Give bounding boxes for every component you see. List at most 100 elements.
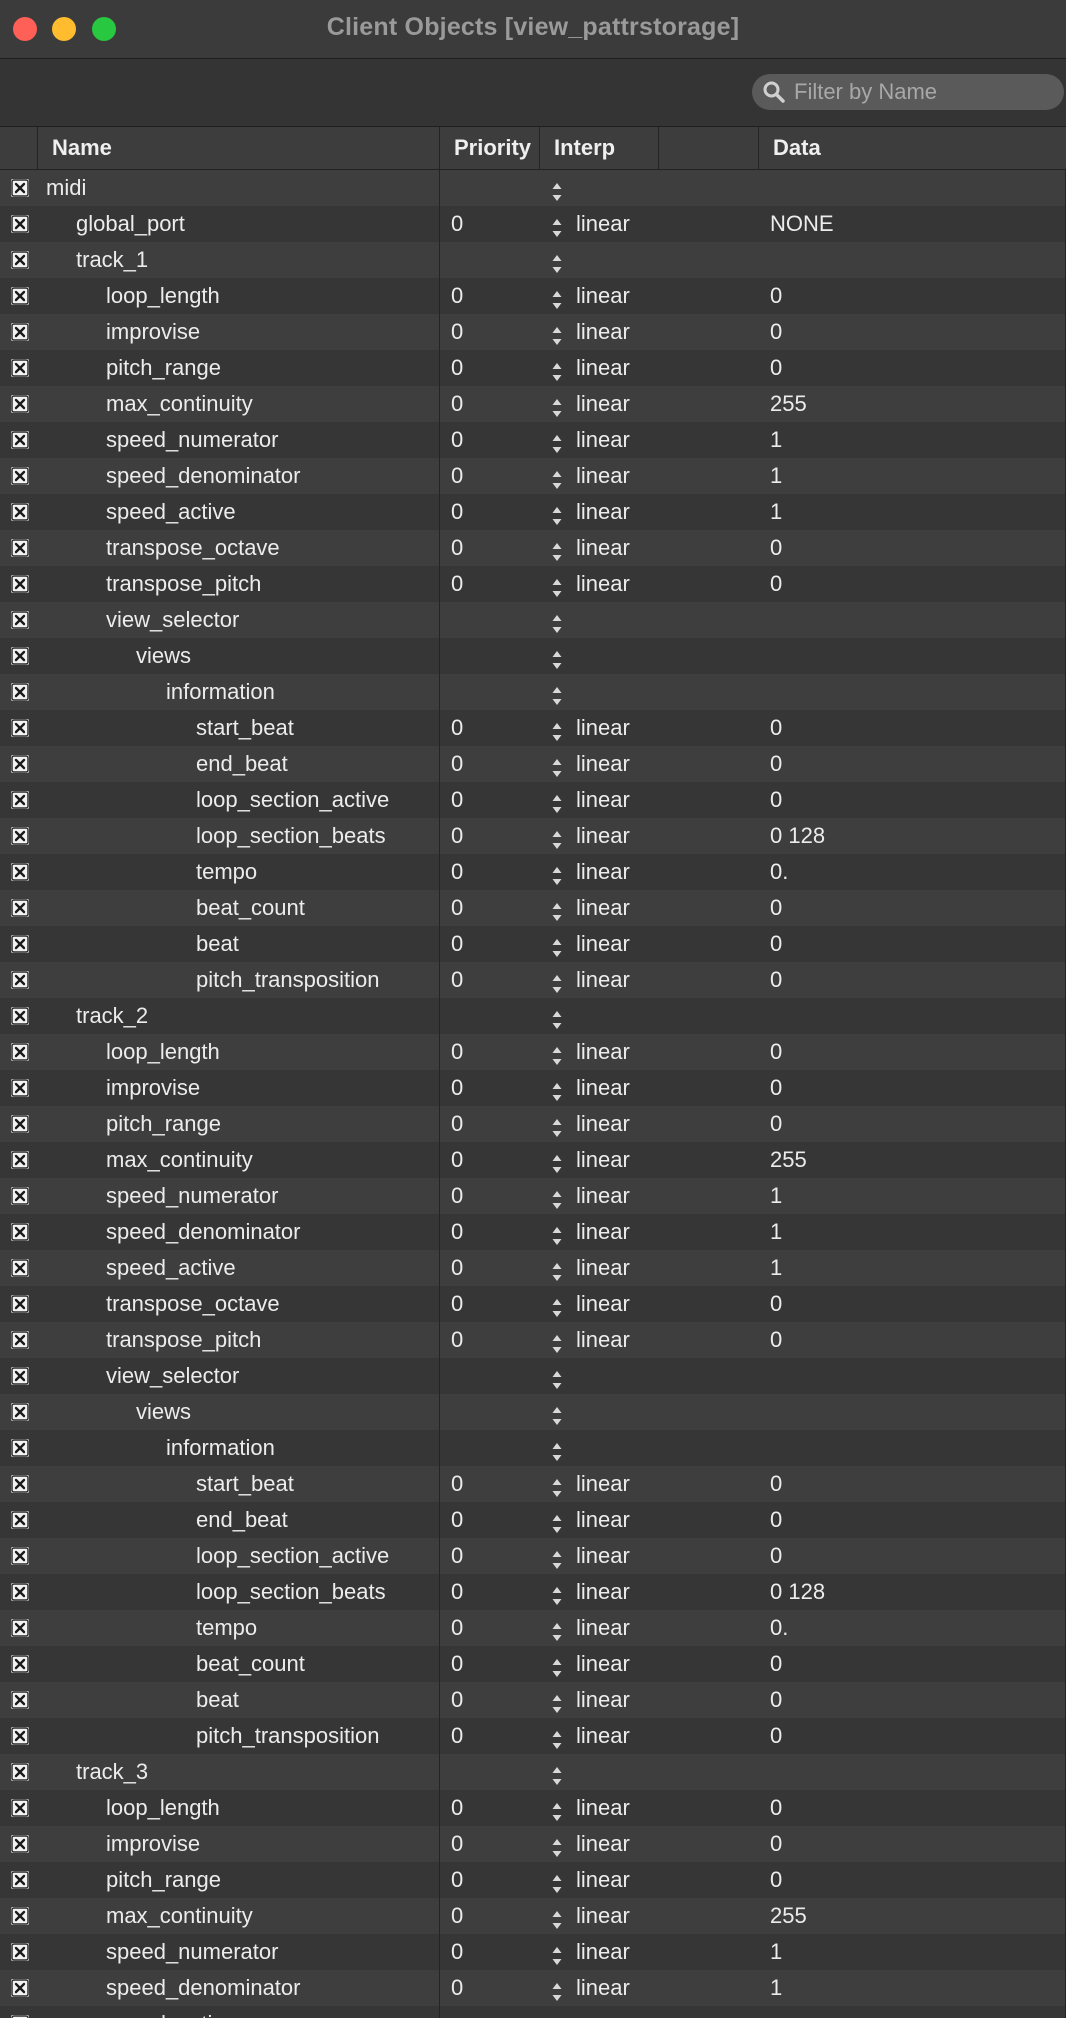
- checkbox-icon[interactable]: [11, 1403, 29, 1421]
- up-down-arrows-icon[interactable]: [551, 214, 563, 237]
- row-data[interactable]: 1: [770, 1250, 782, 1286]
- up-down-arrows-icon[interactable]: [551, 1870, 563, 1893]
- row-priority[interactable]: 0: [451, 1070, 463, 1106]
- checkbox-icon[interactable]: [11, 1331, 29, 1349]
- up-down-arrows-icon[interactable]: [551, 1330, 563, 1353]
- table-row[interactable]: max_continuity 0 linear 255: [0, 1898, 1066, 1934]
- row-data[interactable]: 0: [770, 926, 782, 962]
- checkbox-icon[interactable]: [11, 1655, 29, 1673]
- table-row[interactable]: speed_active 0 linear 1: [0, 494, 1066, 530]
- up-down-arrows-icon[interactable]: [551, 1042, 563, 1065]
- up-down-arrows-icon[interactable]: [551, 1402, 563, 1425]
- table-row[interactable]: speed_numerator 0 linear 1: [0, 422, 1066, 458]
- checkbox-icon[interactable]: [11, 1223, 29, 1241]
- row-interp[interactable]: linear: [576, 278, 630, 314]
- up-down-arrows-icon[interactable]: [551, 286, 563, 309]
- up-down-arrows-icon[interactable]: [551, 178, 563, 201]
- checkbox-icon[interactable]: [11, 1043, 29, 1061]
- up-down-arrows-icon[interactable]: [551, 466, 563, 489]
- row-data[interactable]: 0: [770, 1862, 782, 1898]
- row-interp[interactable]: linear: [576, 1646, 630, 1682]
- up-down-arrows-icon[interactable]: [551, 898, 563, 921]
- up-down-arrows-icon[interactable]: [551, 358, 563, 381]
- header-blank[interactable]: [659, 127, 759, 169]
- checkbox-icon[interactable]: [11, 1979, 29, 1997]
- checkbox-icon[interactable]: [11, 359, 29, 377]
- table-row[interactable]: tempo 0 linear 0.: [0, 854, 1066, 890]
- row-interp[interactable]: linear: [576, 890, 630, 926]
- row-interp[interactable]: linear: [576, 1178, 630, 1214]
- table-row[interactable]: loop_section_active 0 linear 0: [0, 782, 1066, 818]
- checkbox-icon[interactable]: [11, 1511, 29, 1529]
- up-down-arrows-icon[interactable]: [551, 682, 563, 705]
- row-interp[interactable]: linear: [576, 566, 630, 602]
- row-data[interactable]: 0: [770, 1106, 782, 1142]
- table-row[interactable]: speed_active: [0, 2006, 1066, 2018]
- table-row[interactable]: midi: [0, 170, 1066, 206]
- row-interp[interactable]: linear: [576, 782, 630, 818]
- checkbox-icon[interactable]: [11, 755, 29, 773]
- checkbox-icon[interactable]: [11, 1079, 29, 1097]
- up-down-arrows-icon[interactable]: [551, 790, 563, 813]
- up-down-arrows-icon[interactable]: [551, 322, 563, 345]
- row-interp[interactable]: linear: [576, 350, 630, 386]
- checkbox-icon[interactable]: [11, 1727, 29, 1745]
- up-down-arrows-icon[interactable]: [551, 394, 563, 417]
- row-data[interactable]: 0: [770, 890, 782, 926]
- row-data[interactable]: 1: [770, 458, 782, 494]
- row-interp[interactable]: linear: [576, 1538, 630, 1574]
- checkbox-icon[interactable]: [11, 1439, 29, 1457]
- row-interp[interactable]: linear: [576, 1790, 630, 1826]
- header-interp[interactable]: Interp: [540, 127, 659, 169]
- row-priority[interactable]: 0: [451, 350, 463, 386]
- table-row[interactable]: improvise 0 linear 0: [0, 1826, 1066, 1862]
- table-row[interactable]: beat 0 linear 0: [0, 926, 1066, 962]
- row-interp[interactable]: linear: [576, 1610, 630, 1646]
- row-interp[interactable]: linear: [576, 206, 630, 242]
- checkbox-icon[interactable]: [11, 287, 29, 305]
- checkbox-icon[interactable]: [11, 1763, 29, 1781]
- table-row[interactable]: information: [0, 1430, 1066, 1466]
- up-down-arrows-icon[interactable]: [551, 1582, 563, 1605]
- checkbox-icon[interactable]: [11, 863, 29, 881]
- table-row[interactable]: start_beat 0 linear 0: [0, 1466, 1066, 1502]
- table-row[interactable]: speed_numerator 0 linear 1: [0, 1178, 1066, 1214]
- up-down-arrows-icon[interactable]: [551, 1510, 563, 1533]
- table-row[interactable]: start_beat 0 linear 0: [0, 710, 1066, 746]
- header-data[interactable]: Data: [759, 127, 1066, 169]
- row-priority[interactable]: 0: [451, 854, 463, 890]
- row-interp[interactable]: linear: [576, 926, 630, 962]
- row-interp[interactable]: linear: [576, 1826, 630, 1862]
- up-down-arrows-icon[interactable]: [551, 1150, 563, 1173]
- row-interp[interactable]: linear: [576, 458, 630, 494]
- table-row[interactable]: speed_denominator 0 linear 1: [0, 458, 1066, 494]
- row-data[interactable]: 0: [770, 1646, 782, 1682]
- up-down-arrows-icon[interactable]: [551, 1294, 563, 1317]
- up-down-arrows-icon[interactable]: [551, 1906, 563, 1929]
- up-down-arrows-icon[interactable]: [551, 1618, 563, 1641]
- row-priority[interactable]: 0: [451, 1574, 463, 1610]
- search-box[interactable]: [752, 74, 1064, 110]
- up-down-arrows-icon[interactable]: [551, 2014, 563, 2018]
- checkbox-icon[interactable]: [11, 215, 29, 233]
- checkbox-icon[interactable]: [11, 1259, 29, 1277]
- row-priority[interactable]: 0: [451, 1322, 463, 1358]
- table-row[interactable]: transpose_pitch 0 linear 0: [0, 566, 1066, 602]
- up-down-arrows-icon[interactable]: [551, 430, 563, 453]
- row-priority[interactable]: 0: [451, 530, 463, 566]
- row-data[interactable]: 0: [770, 710, 782, 746]
- checkbox-icon[interactable]: [11, 1367, 29, 1385]
- row-data[interactable]: 0: [770, 278, 782, 314]
- table-row[interactable]: end_beat 0 linear 0: [0, 746, 1066, 782]
- up-down-arrows-icon[interactable]: [551, 1942, 563, 1965]
- up-down-arrows-icon[interactable]: [551, 1078, 563, 1101]
- row-interp[interactable]: linear: [576, 1862, 630, 1898]
- row-data[interactable]: 1: [770, 1970, 782, 2006]
- table-row[interactable]: loop_section_beats 0 linear 0 128: [0, 1574, 1066, 1610]
- checkbox-icon[interactable]: [11, 1835, 29, 1853]
- row-priority[interactable]: 0: [451, 926, 463, 962]
- row-interp[interactable]: linear: [576, 1214, 630, 1250]
- row-data[interactable]: 0: [770, 530, 782, 566]
- row-priority[interactable]: 0: [451, 1610, 463, 1646]
- row-priority[interactable]: 0: [451, 1286, 463, 1322]
